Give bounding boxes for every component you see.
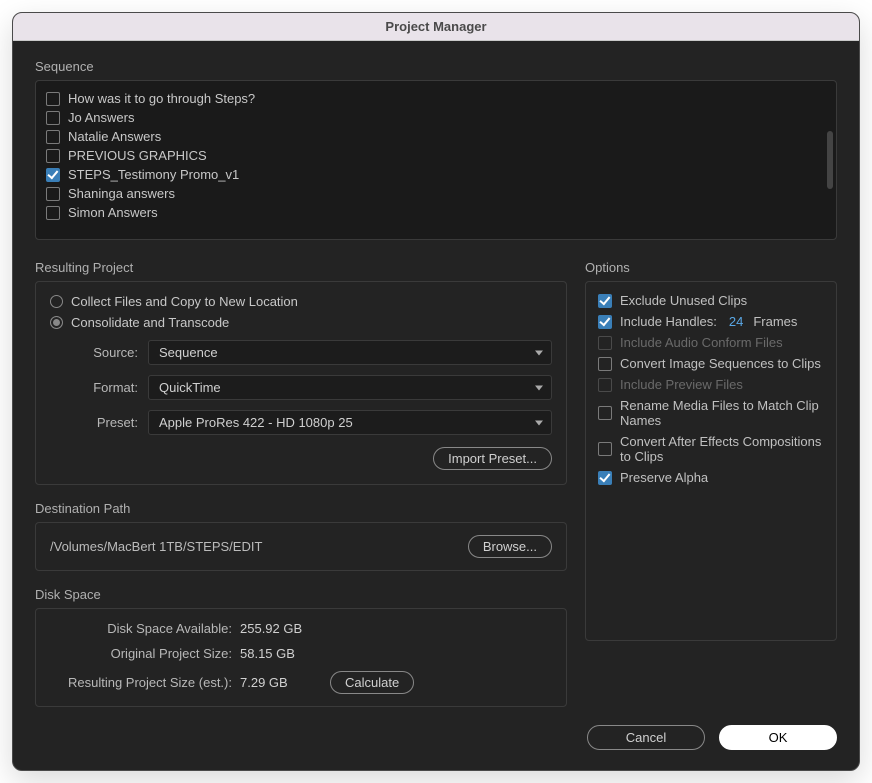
checkbox-icon[interactable] — [46, 187, 60, 201]
option-label: Include Audio Conform Files — [620, 335, 783, 350]
sequence-item[interactable]: PREVIOUS GRAPHICS — [46, 146, 826, 165]
radio-icon[interactable] — [50, 316, 63, 329]
option-label: Convert After Effects Compositions to Cl… — [620, 434, 824, 464]
checkbox-icon[interactable] — [46, 92, 60, 106]
preset-label: Preset: — [50, 415, 148, 430]
option-include-handles[interactable]: Include Handles: 24 Frames — [598, 311, 824, 332]
sequence-item-label: PREVIOUS GRAPHICS — [68, 148, 207, 163]
chevron-down-icon — [535, 385, 543, 390]
checkbox-icon[interactable] — [598, 471, 612, 485]
radio-collect-files[interactable]: Collect Files and Copy to New Location — [50, 294, 552, 309]
sequence-item-label: Simon Answers — [68, 205, 158, 220]
option-audio-conform: Include Audio Conform Files — [598, 332, 824, 353]
sequence-item-label: How was it to go through Steps? — [68, 91, 255, 106]
options-panel: Exclude Unused Clips Include Handles: 24… — [585, 281, 837, 641]
sequence-item[interactable]: Shaninga answers — [46, 184, 826, 203]
sequence-item-label: Natalie Answers — [68, 129, 161, 144]
format-select[interactable]: QuickTime — [148, 375, 552, 400]
destination-path-value: /Volumes/MacBert 1TB/STEPS/EDIT — [50, 539, 458, 554]
project-manager-dialog: Project Manager Sequence How was it to g… — [12, 12, 860, 771]
checkbox-icon[interactable] — [46, 206, 60, 220]
resulting-project-label: Resulting Project — [35, 260, 567, 275]
resulting-size-label: Resulting Project Size (est.): — [50, 675, 240, 690]
option-exclude-unused[interactable]: Exclude Unused Clips — [598, 290, 824, 311]
source-select[interactable]: Sequence — [148, 340, 552, 365]
option-preview-files: Include Preview Files — [598, 374, 824, 395]
option-convert-ae[interactable]: Convert After Effects Compositions to Cl… — [598, 431, 824, 467]
format-value: QuickTime — [159, 380, 221, 395]
sequence-item[interactable]: Jo Answers — [46, 108, 826, 127]
checkbox-icon[interactable] — [598, 406, 612, 420]
sequence-item[interactable]: Simon Answers — [46, 203, 826, 222]
sequence-item[interactable]: How was it to go through Steps? — [46, 89, 826, 108]
sequence-item-label: STEPS_Testimony Promo_v1 — [68, 167, 239, 182]
checkbox-icon[interactable] — [598, 315, 612, 329]
scrollbar-thumb[interactable] — [827, 131, 833, 189]
disk-space-label: Disk Space — [35, 587, 567, 602]
checkbox-icon[interactable] — [46, 149, 60, 163]
radio-label: Consolidate and Transcode — [71, 315, 229, 330]
option-label: Preserve Alpha — [620, 470, 708, 485]
disk-available-value: 255.92 GB — [240, 621, 302, 636]
calculate-button[interactable]: Calculate — [330, 671, 414, 694]
source-value: Sequence — [159, 345, 218, 360]
radio-consolidate-transcode[interactable]: Consolidate and Transcode — [50, 315, 552, 330]
disk-space-panel: Disk Space Available: 255.92 GB Original… — [35, 608, 567, 707]
cancel-button[interactable]: Cancel — [587, 725, 705, 750]
option-label: Convert Image Sequences to Clips — [620, 356, 821, 371]
import-preset-button[interactable]: Import Preset... — [433, 447, 552, 470]
window-title: Project Manager — [13, 13, 859, 41]
destination-path-panel: /Volumes/MacBert 1TB/STEPS/EDIT Browse..… — [35, 522, 567, 571]
source-label: Source: — [50, 345, 148, 360]
original-size-label: Original Project Size: — [50, 646, 240, 661]
dialog-content: Sequence How was it to go through Steps?… — [13, 41, 859, 770]
disk-available-label: Disk Space Available: — [50, 621, 240, 636]
checkbox-icon — [598, 336, 612, 350]
radio-icon[interactable] — [50, 295, 63, 308]
browse-button[interactable]: Browse... — [468, 535, 552, 558]
options-label: Options — [585, 260, 837, 275]
option-label: Exclude Unused Clips — [620, 293, 747, 308]
original-size-value: 58.15 GB — [240, 646, 295, 661]
preset-value: Apple ProRes 422 - HD 1080p 25 — [159, 415, 353, 430]
checkbox-icon — [598, 378, 612, 392]
option-label: Rename Media Files to Match Clip Names — [620, 398, 824, 428]
checkbox-icon[interactable] — [46, 168, 60, 182]
sequence-item-label: Jo Answers — [68, 110, 134, 125]
resulting-project-panel: Collect Files and Copy to New Location C… — [35, 281, 567, 485]
sequence-list: How was it to go through Steps? Jo Answe… — [35, 80, 837, 240]
checkbox-icon[interactable] — [598, 357, 612, 371]
checkbox-icon[interactable] — [598, 294, 612, 308]
preset-select[interactable]: Apple ProRes 422 - HD 1080p 25 — [148, 410, 552, 435]
option-preserve-alpha[interactable]: Preserve Alpha — [598, 467, 824, 488]
handles-frames-value[interactable]: 24 — [729, 314, 743, 329]
checkbox-icon[interactable] — [46, 111, 60, 125]
dialog-footer: Cancel OK — [35, 725, 837, 750]
option-label: Include Handles: — [620, 314, 717, 329]
sequence-label: Sequence — [35, 59, 837, 74]
resulting-size-value: 7.29 GB — [240, 675, 310, 690]
format-label: Format: — [50, 380, 148, 395]
sequence-item[interactable]: STEPS_Testimony Promo_v1 — [46, 165, 826, 184]
sequence-item[interactable]: Natalie Answers — [46, 127, 826, 146]
checkbox-icon[interactable] — [46, 130, 60, 144]
sequence-item-label: Shaninga answers — [68, 186, 175, 201]
option-rename-media[interactable]: Rename Media Files to Match Clip Names — [598, 395, 824, 431]
handles-frames-suffix: Frames — [753, 314, 797, 329]
chevron-down-icon — [535, 350, 543, 355]
option-label: Include Preview Files — [620, 377, 743, 392]
chevron-down-icon — [535, 420, 543, 425]
option-convert-img-seq[interactable]: Convert Image Sequences to Clips — [598, 353, 824, 374]
checkbox-icon[interactable] — [598, 442, 612, 456]
radio-label: Collect Files and Copy to New Location — [71, 294, 298, 309]
ok-button[interactable]: OK — [719, 725, 837, 750]
destination-path-label: Destination Path — [35, 501, 567, 516]
